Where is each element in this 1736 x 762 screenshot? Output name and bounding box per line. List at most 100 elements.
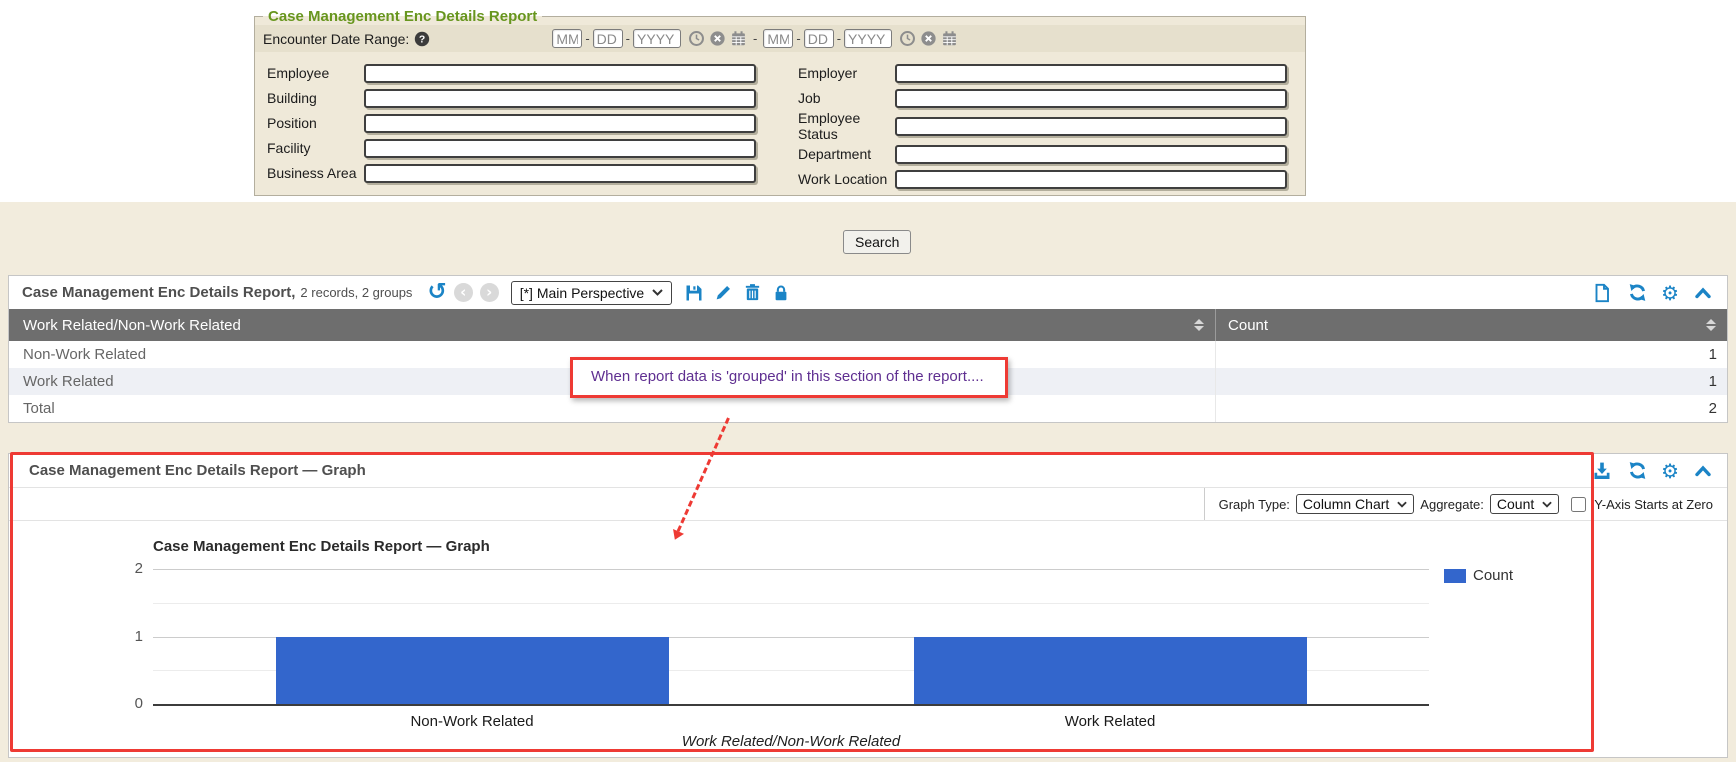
y-tick-label: 0 <box>103 695 143 712</box>
graph-header: Case Management Enc Details Report — Gra… <box>9 454 1727 488</box>
field-label: Facility <box>267 141 364 157</box>
aggregate-value: Count <box>1497 496 1534 512</box>
export-page-icon[interactable] <box>1591 282 1613 304</box>
report-header: Case Management Enc Details Report, 2 re… <box>9 276 1727 309</box>
date-separator: - <box>585 31 589 46</box>
field-label: Position <box>267 116 364 132</box>
legend-label: Count <box>1473 567 1513 584</box>
field-label: Employer <box>798 66 895 82</box>
end-month-input[interactable] <box>763 29 793 48</box>
previous-perspective-icon[interactable]: ‹ <box>454 283 473 302</box>
graph-section-actions: ⚙ <box>1591 460 1727 482</box>
count-cell: 1 <box>1215 368 1727 395</box>
calendar-icon[interactable] <box>941 30 958 47</box>
sort-icon[interactable] <box>1194 319 1204 331</box>
field-label: Work Location <box>798 172 895 188</box>
collapse-chevron-up-icon[interactable] <box>1692 282 1714 304</box>
employee-status-input[interactable] <box>895 117 1287 136</box>
column-header-group[interactable]: Work Related/Non-Work Related <box>9 309 1215 341</box>
undo-icon[interactable]: ↺ <box>427 281 446 304</box>
start-day-input[interactable] <box>593 29 623 48</box>
x-axis-title: Work Related/Non-Work Related <box>153 733 1429 750</box>
graph-type-value: Column Chart <box>1303 496 1389 512</box>
field-label: Employee <box>267 66 364 82</box>
clear-date-icon[interactable] <box>920 30 937 47</box>
building-input[interactable] <box>364 89 756 108</box>
bar-non-work-related <box>276 637 669 705</box>
left-field-column: Employee Building Position Facility Busi… <box>267 61 756 192</box>
save-perspective-icon[interactable] <box>683 282 705 304</box>
delete-trash-icon[interactable] <box>741 282 763 304</box>
field-label: Employee Status <box>798 111 895 142</box>
column-header-label: Count <box>1228 317 1268 334</box>
y-axis-zero-label: Y-Axis Starts at Zero <box>1594 497 1713 512</box>
report-graph-section: Case Management Enc Details Report — Gra… <box>8 453 1728 758</box>
field-label: Job <box>798 91 895 107</box>
bar-work-related <box>914 637 1307 705</box>
x-axis-line <box>153 704 1429 706</box>
legend-swatch <box>1444 569 1466 583</box>
sort-icon[interactable] <box>1706 319 1716 331</box>
chevron-down-icon <box>1542 501 1552 508</box>
column-chart: Case Management Enc Details Report — Gra… <box>9 521 1727 757</box>
facility-input[interactable] <box>364 139 756 158</box>
aggregate-select[interactable]: Count <box>1490 494 1559 514</box>
start-month-input[interactable] <box>552 29 582 48</box>
table-header: Work Related/Non-Work Related Count <box>9 309 1727 341</box>
business-area-input[interactable] <box>364 164 756 183</box>
clear-date-icon[interactable] <box>709 30 726 47</box>
form-title: Case Management Enc Details Report <box>263 8 542 25</box>
y-tick-label: 2 <box>103 560 143 577</box>
employee-input[interactable] <box>364 64 756 83</box>
total-count-cell: 2 <box>1215 395 1727 422</box>
count-cell: 1 <box>1215 341 1727 368</box>
report-toolbar: ↺ ‹ › [*] Main Perspective <box>427 281 792 305</box>
position-input[interactable] <box>364 114 756 133</box>
work-location-input[interactable] <box>895 170 1287 189</box>
refresh-icon[interactable] <box>1626 460 1648 482</box>
employer-input[interactable] <box>895 64 1287 83</box>
help-icon[interactable]: ? <box>414 31 430 47</box>
lock-icon[interactable] <box>770 282 792 304</box>
column-header-label: Work Related/Non-Work Related <box>23 317 241 334</box>
chevron-down-icon <box>1397 501 1407 508</box>
encounter-date-range-row: Encounter Date Range: ? - - <box>255 25 1305 52</box>
calendar-icon[interactable] <box>730 30 747 47</box>
perspective-select[interactable]: [*] Main Perspective <box>511 281 673 305</box>
graph-type-select[interactable]: Column Chart <box>1296 494 1414 514</box>
x-category-label: Non-Work Related <box>153 713 791 730</box>
report-grid-section: Case Management Enc Details Report, 2 re… <box>8 275 1728 423</box>
x-category-label: Work Related <box>791 713 1429 730</box>
settings-gear-icon[interactable]: ⚙ <box>1661 461 1679 481</box>
table-total-row: Total 2 <box>9 395 1727 422</box>
right-field-column: Employer Job Employee Status Department … <box>798 61 1287 192</box>
time-picker-icon[interactable] <box>688 30 705 47</box>
graph-controls: Graph Type: Column Chart Aggregate: Coun… <box>1204 488 1727 520</box>
end-day-input[interactable] <box>804 29 834 48</box>
range-dash: - <box>753 31 757 46</box>
report-title: Case Management Enc Details Report, <box>22 284 295 301</box>
refresh-icon[interactable] <box>1626 282 1648 304</box>
aggregate-label: Aggregate: <box>1420 497 1484 512</box>
collapse-chevron-up-icon[interactable] <box>1692 460 1714 482</box>
date-range-label: Encounter Date Range: <box>263 31 409 47</box>
column-header-count[interactable]: Count <box>1215 309 1727 341</box>
start-year-input[interactable] <box>633 29 681 48</box>
graph-toolbar: Graph Type: Column Chart Aggregate: Coun… <box>9 488 1727 521</box>
time-picker-icon[interactable] <box>899 30 916 47</box>
y-axis-zero-checkbox[interactable] <box>1571 497 1586 512</box>
department-input[interactable] <box>895 145 1287 164</box>
graph-section-title: Case Management Enc Details Report — Gra… <box>9 462 366 479</box>
search-button-band: Search <box>0 202 1736 275</box>
next-perspective-icon[interactable]: › <box>480 283 499 302</box>
download-icon[interactable] <box>1591 460 1613 482</box>
end-year-input[interactable] <box>844 29 892 48</box>
date-inputs: - - <box>552 29 958 48</box>
settings-gear-icon[interactable]: ⚙ <box>1661 283 1679 303</box>
chart-legend: Count <box>1444 567 1513 584</box>
job-input[interactable] <box>895 89 1287 108</box>
field-label: Department <box>798 147 895 163</box>
edit-pencil-icon[interactable] <box>712 282 734 304</box>
search-form-section: Case Management Enc Details Report Encou… <box>0 0 1736 202</box>
search-button[interactable]: Search <box>843 230 911 254</box>
